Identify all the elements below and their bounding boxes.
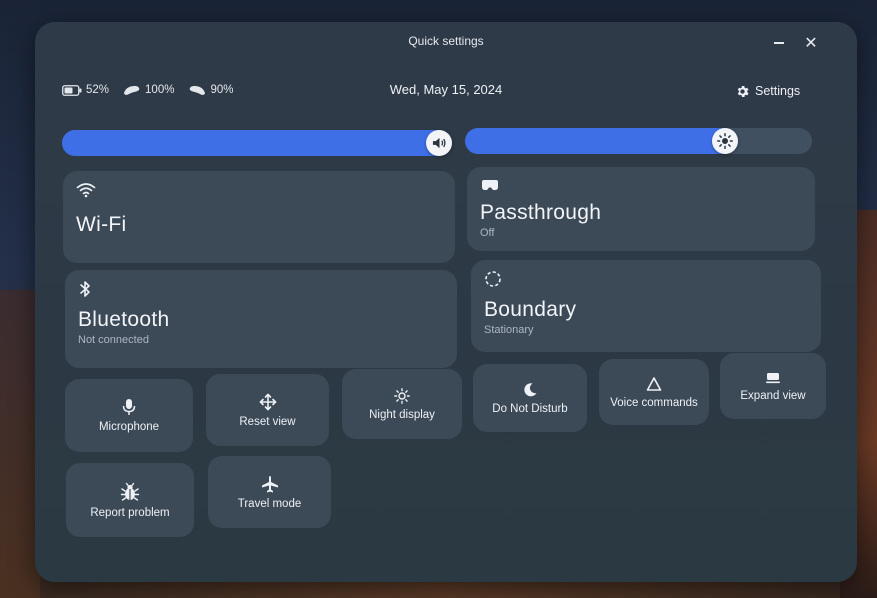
minimize-button[interactable] (768, 32, 790, 54)
volume-slider-thumb[interactable] (426, 130, 452, 156)
volume-slider-fill (62, 130, 452, 156)
headset-icon (482, 180, 498, 190)
boundary-tile[interactable]: Boundary Stationary (471, 260, 821, 352)
bluetooth-icon (80, 281, 90, 297)
do-not-disturb-tile[interactable]: Do Not Disturb (473, 364, 587, 432)
bluetooth-status: Not connected (78, 334, 149, 346)
bluetooth-label: Bluetooth (78, 308, 170, 331)
close-button[interactable]: ✕ (800, 32, 822, 54)
boundary-label: Boundary (484, 298, 577, 321)
microphone-icon (122, 399, 136, 415)
settings-label: Settings (755, 84, 801, 98)
voice-commands-label: Voice commands (610, 396, 698, 409)
boundary-icon (485, 271, 501, 287)
report-problem-tile[interactable]: Report problem (66, 463, 194, 537)
gear-icon (737, 85, 749, 97)
wifi-icon (76, 183, 96, 198)
report-problem-label: Report problem (90, 506, 170, 519)
microphone-tile[interactable]: Microphone (65, 379, 193, 452)
moon-icon (524, 382, 537, 396)
wifi-tile[interactable]: Wi-Fi (63, 171, 455, 263)
move-arrows-icon (259, 393, 276, 410)
airplane-icon (261, 475, 278, 492)
brightness-slider-thumb[interactable] (712, 128, 739, 154)
night-display-label: Night display (369, 408, 435, 421)
minimize-icon (774, 42, 784, 44)
bug-icon (120, 482, 140, 501)
window-title: Quick settings (408, 34, 484, 48)
travel-mode-label: Travel mode (237, 497, 302, 510)
brightness-slider[interactable] (465, 128, 812, 154)
settings-button[interactable]: Settings (735, 80, 800, 102)
title-bar: Quick settings ✕ (35, 22, 857, 62)
reset-view-tile[interactable]: Reset view (206, 374, 329, 446)
night-display-tile[interactable]: Night display (342, 369, 462, 439)
expand-view-icon (766, 372, 780, 383)
passthrough-status: Off (480, 227, 495, 239)
passthrough-tile[interactable]: Passthrough Off (467, 167, 815, 251)
speaker-icon (432, 137, 446, 149)
bluetooth-tile[interactable]: Bluetooth Not connected (65, 270, 457, 368)
sun-small-icon (394, 387, 410, 404)
travel-mode-tile[interactable]: Travel mode (208, 456, 331, 528)
reset-view-label: Reset view (239, 415, 296, 428)
date-display: Wed, May 15, 2024 (389, 82, 503, 97)
quick-settings-panel: Quick settings ✕ 52% 100% 90% Wed, May 1… (35, 22, 857, 582)
brightness-slider-fill (465, 128, 739, 154)
expand-view-label: Expand view (740, 389, 806, 402)
expand-view-tile[interactable]: Expand view (720, 353, 826, 419)
close-icon: ✕ (804, 35, 818, 52)
boundary-status: Stationary (484, 324, 534, 336)
volume-slider[interactable] (62, 130, 452, 156)
do-not-disturb-label: Do Not Disturb (492, 402, 568, 415)
microphone-label: Microphone (98, 421, 160, 433)
passthrough-label: Passthrough (480, 201, 602, 224)
triangle-icon (646, 376, 662, 391)
voice-commands-tile[interactable]: Voice commands (599, 359, 709, 425)
wifi-label: Wi-Fi (76, 213, 127, 236)
sun-icon (717, 133, 734, 149)
